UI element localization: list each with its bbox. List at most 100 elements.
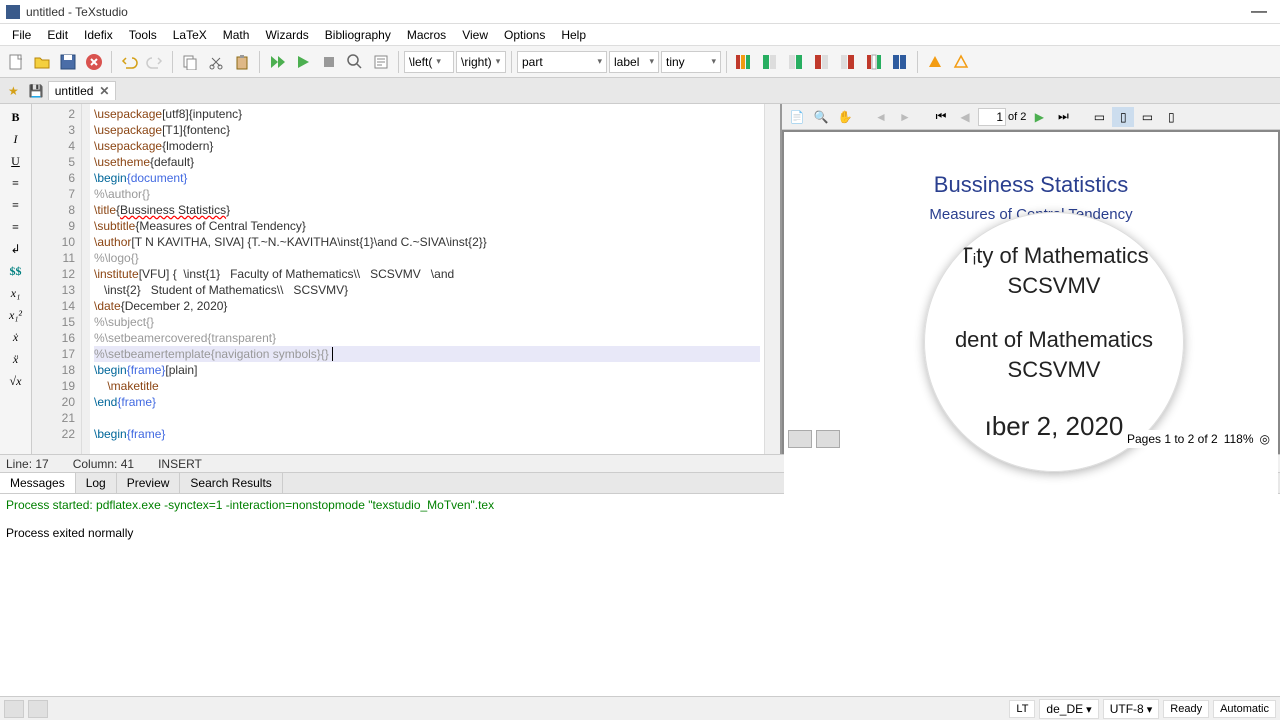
- table-icon[interactable]: [732, 50, 756, 74]
- status-mode: INSERT: [158, 457, 202, 471]
- left-combo[interactable]: \left(▾: [404, 51, 454, 73]
- page-input[interactable]: [978, 108, 1006, 126]
- first-page-icon[interactable]: ⏮: [930, 107, 952, 127]
- document-tabbar: ★ 💾 untitled ✕: [0, 78, 1280, 104]
- col2-icon[interactable]: [784, 50, 808, 74]
- hand-icon[interactable]: ✋: [834, 107, 856, 127]
- subscript-button[interactable]: x₁: [6, 284, 26, 302]
- menu-tools[interactable]: Tools: [121, 26, 165, 44]
- stop-button[interactable]: [317, 50, 341, 74]
- zoom-label[interactable]: 118%: [1224, 432, 1254, 446]
- last-page-icon[interactable]: ⏭: [1052, 107, 1074, 127]
- close-button[interactable]: [82, 50, 106, 74]
- next-page-icon[interactable]: ▶: [1028, 107, 1050, 127]
- align-center-button[interactable]: ≡: [6, 196, 26, 214]
- tab-log[interactable]: Log: [76, 473, 117, 493]
- align-left-button[interactable]: ≡: [6, 174, 26, 192]
- label-combo[interactable]: label▾: [609, 51, 659, 73]
- superscript-button[interactable]: x₁²: [6, 306, 26, 324]
- code-editor[interactable]: 2345678910111213141516171819202122 \usep…: [32, 104, 780, 454]
- paste-button[interactable]: [230, 50, 254, 74]
- open-button[interactable]: [30, 50, 54, 74]
- auto-combo[interactable]: Automatic: [1213, 700, 1276, 718]
- encoding-combo[interactable]: UTF-8 ▾: [1103, 699, 1160, 719]
- log-button[interactable]: [369, 50, 393, 74]
- col3-icon[interactable]: [810, 50, 834, 74]
- ddot-button[interactable]: ẍ: [6, 350, 26, 368]
- prev-page-icon[interactable]: ◀: [954, 107, 976, 127]
- thumb-1[interactable]: [788, 430, 812, 448]
- italic-button[interactable]: I: [6, 130, 26, 148]
- menu-bar: File Edit Idefix Tools LaTeX Math Wizard…: [0, 24, 1280, 46]
- zoom-icon[interactable]: 🔍: [810, 107, 832, 127]
- sb-icon-2[interactable]: [28, 700, 48, 718]
- preview-thumbs: [788, 430, 840, 448]
- sb-icon-1[interactable]: [4, 700, 24, 718]
- editor-scrollbar[interactable]: [764, 104, 780, 454]
- dot-button[interactable]: ẋ: [6, 328, 26, 346]
- zoom-circle-icon[interactable]: ◎: [1260, 432, 1270, 446]
- copy-button[interactable]: [178, 50, 202, 74]
- layout4-icon[interactable]: ▯: [1160, 107, 1182, 127]
- view-button[interactable]: [343, 50, 367, 74]
- minimize-button[interactable]: —: [1244, 3, 1274, 21]
- menu-file[interactable]: File: [4, 26, 39, 44]
- math-button[interactable]: $$: [6, 262, 26, 280]
- menu-wizards[interactable]: Wizards: [257, 26, 316, 44]
- layout2-icon[interactable]: ▯: [1112, 107, 1134, 127]
- right-combo[interactable]: \right)▾: [456, 51, 506, 73]
- app-logo: [6, 5, 20, 19]
- part-combo[interactable]: part▾: [517, 51, 607, 73]
- build-run-button[interactable]: [265, 50, 289, 74]
- preview-toolbar: 📄 🔍 ✋ ◄ ► ⏮ ◀ of 2 ▶ ⏭ ▭ ▯ ▭ ▯: [782, 104, 1280, 130]
- preview-page[interactable]: Bussiness Statistics Measures of Central…: [784, 132, 1278, 522]
- bookmark-icon[interactable]: ★: [2, 84, 25, 98]
- menu-latex[interactable]: LaTeX: [165, 26, 215, 44]
- undo-button[interactable]: [117, 50, 141, 74]
- slide-title: Bussiness Statistics: [784, 172, 1278, 198]
- menu-bibliography[interactable]: Bibliography: [317, 26, 399, 44]
- prev-hist-icon[interactable]: ◄: [870, 107, 892, 127]
- size-combo[interactable]: tiny▾: [661, 51, 721, 73]
- underline-button[interactable]: U: [6, 152, 26, 170]
- menu-math[interactable]: Math: [215, 26, 258, 44]
- layout3-icon[interactable]: ▭: [1136, 107, 1158, 127]
- newline-button[interactable]: ↲: [6, 240, 26, 258]
- layout1-icon[interactable]: ▭: [1088, 107, 1110, 127]
- format-sidebar: B I U ≡ ≡ ≡ ↲ $$ x₁ x₁² ẋ ẍ √x: [0, 104, 32, 454]
- menu-macros[interactable]: Macros: [399, 26, 454, 44]
- col6-icon[interactable]: [888, 50, 912, 74]
- warn2-icon[interactable]: [949, 50, 973, 74]
- menu-edit[interactable]: Edit: [39, 26, 76, 44]
- warn1-icon[interactable]: [923, 50, 947, 74]
- tab-search-results[interactable]: Search Results: [180, 473, 282, 493]
- menu-help[interactable]: Help: [553, 26, 594, 44]
- status-line: Line: 17: [6, 457, 49, 471]
- menu-view[interactable]: View: [454, 26, 496, 44]
- new-button[interactable]: [4, 50, 28, 74]
- align-right-button[interactable]: ≡: [6, 218, 26, 236]
- ready-label: Ready: [1163, 700, 1209, 718]
- thumb-2[interactable]: [816, 430, 840, 448]
- redo-button[interactable]: [143, 50, 167, 74]
- pdf-preview: 📄 🔍 ✋ ◄ ► ⏮ ◀ of 2 ▶ ⏭ ▭ ▯ ▭ ▯ Bussiness…: [780, 104, 1280, 454]
- save-button[interactable]: [56, 50, 80, 74]
- cut-button[interactable]: [204, 50, 228, 74]
- tab-close-icon[interactable]: ✕: [99, 84, 109, 98]
- col5-icon[interactable]: [862, 50, 886, 74]
- code-area[interactable]: \usepackage[utf8]{inputenc}\usepackage[T…: [90, 104, 764, 454]
- tab-messages[interactable]: Messages: [0, 473, 76, 493]
- menu-options[interactable]: Options: [496, 26, 553, 44]
- bold-button[interactable]: B: [6, 108, 26, 126]
- document-tab[interactable]: untitled ✕: [48, 81, 117, 100]
- lang-combo[interactable]: de_DE ▾: [1039, 699, 1098, 719]
- sqrt-button[interactable]: √x: [6, 372, 26, 390]
- lt-button[interactable]: LT: [1009, 700, 1035, 718]
- compile-button[interactable]: [291, 50, 315, 74]
- pdf-icon[interactable]: 📄: [786, 107, 808, 127]
- col1-icon[interactable]: [758, 50, 782, 74]
- tab-preview[interactable]: Preview: [117, 473, 181, 493]
- next-hist-icon[interactable]: ►: [894, 107, 916, 127]
- col4-icon[interactable]: [836, 50, 860, 74]
- menu-idefix[interactable]: Idefix: [76, 26, 121, 44]
